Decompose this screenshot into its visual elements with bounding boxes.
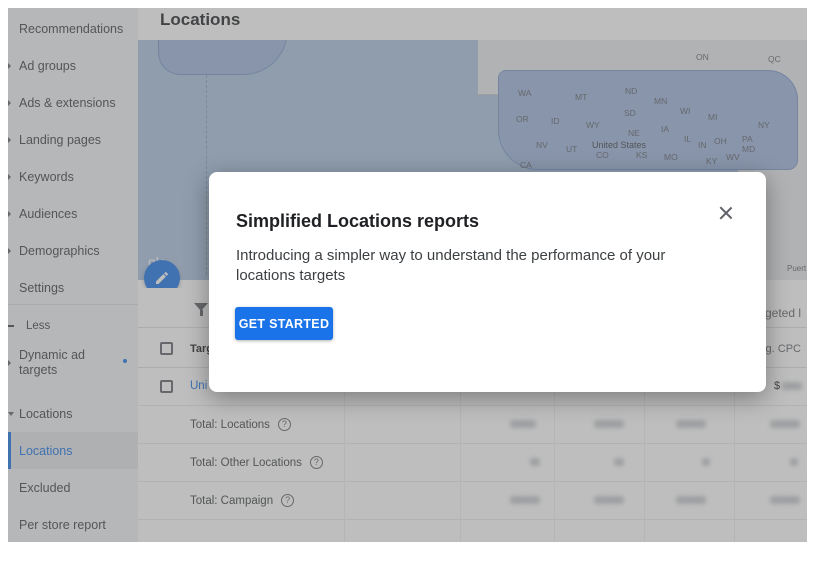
close-icon[interactable] [717,204,735,222]
dialog-title: Simplified Locations reports [236,211,480,231]
dialog-body: Introducing a simpler way to understand … [236,247,666,284]
get-started-button[interactable]: GET STARTED [235,307,333,340]
simplified-locations-dialog: Simplified Locations reports Introducing… [209,172,766,392]
